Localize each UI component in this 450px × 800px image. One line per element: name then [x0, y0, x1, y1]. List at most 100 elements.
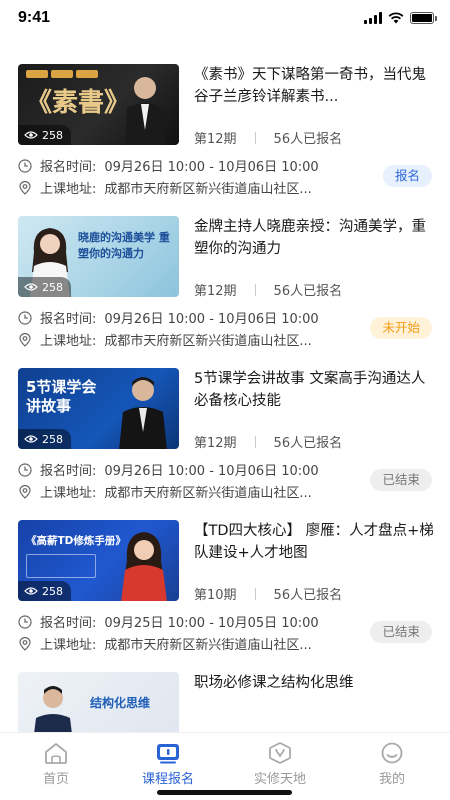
signal-icon: [364, 12, 382, 24]
location-icon: [19, 332, 31, 347]
clock-icon: [18, 158, 32, 173]
enroll-time-value: 09月25日 10:00 - 10月05日 10:00: [104, 616, 319, 631]
address-row: 上课地址: 成都市天府新区新兴街道庙山社区...: [18, 330, 312, 349]
eye-icon: [24, 586, 38, 596]
course-thumbnail[interactable]: 《高薪TD修炼手册》 258: [18, 520, 179, 601]
course-signup-icon: [157, 744, 179, 764]
course-card[interactable]: 结构化思维 职场必修课之结构化思维: [0, 658, 450, 732]
view-count: 258: [18, 429, 71, 449]
status-badge[interactable]: 未开始: [370, 317, 432, 339]
course-card[interactable]: 《高薪TD修炼手册》 258 【TD四大核心】 廖雁：人才盘点+梯队建设+人才地…: [0, 506, 450, 658]
course-title[interactable]: 【TD四大核心】 廖雁：人才盘点+梯队建设+人才地图: [194, 520, 434, 564]
status-icons: [364, 12, 437, 24]
thumb-decoration: [26, 554, 96, 578]
course-title[interactable]: 职场必修课之结构化思维: [194, 672, 434, 694]
thumb-title: 5节课学会 讲故事: [26, 378, 97, 415]
course-card[interactable]: 《素書》 258 《素书》天下谋略第一奇书，当代鬼谷子兰彦铃详解素书... 第1…: [0, 50, 450, 202]
tab-profile[interactable]: 我的: [336, 741, 448, 787]
course-card[interactable]: 5节课学会 讲故事 258 5节课学会讲故事 文案高手沟通达人必备核心技能 第1…: [0, 354, 450, 506]
home-icon: [45, 743, 67, 764]
thumb-tags: [26, 70, 98, 78]
enroll-time-label: 报名时间:: [40, 464, 97, 479]
address-value: 成都市天府新区新兴街道庙山社区...: [104, 334, 312, 349]
status-bar: 9:41: [0, 0, 450, 40]
enroll-time-label: 报名时间:: [40, 312, 97, 327]
eye-icon: [24, 282, 38, 292]
home-indicator[interactable]: [157, 790, 292, 795]
profile-icon: [381, 742, 403, 764]
location-icon: [19, 484, 31, 499]
eye-icon: [24, 434, 38, 444]
status-time: 9:41: [18, 9, 51, 26]
view-count-value: 258: [42, 280, 63, 294]
tab-course-signup[interactable]: 课程报名: [112, 741, 224, 787]
course-title[interactable]: 5节课学会讲故事 文案高手沟通达人必备核心技能: [194, 368, 434, 412]
practice-icon: [269, 742, 291, 764]
view-count: 258: [18, 581, 71, 601]
battery-icon: [410, 12, 437, 24]
enroll-time-label: 报名时间:: [40, 160, 97, 175]
status-badge[interactable]: 已结束: [370, 469, 432, 491]
course-title[interactable]: 金牌主持人晓鹿亲授：沟通美学，重塑你的沟通力: [194, 216, 434, 260]
thumb-title: 晓鹿的沟通美学 重塑你的沟通力: [78, 231, 170, 260]
enroll-time-value: 09月26日 10:00 - 10月06日 10:00: [104, 160, 319, 175]
presenter-image: [121, 532, 167, 601]
course-issue: 第12期: [194, 436, 237, 451]
wifi-icon: [388, 12, 404, 24]
thumb-title: 结构化思维: [90, 696, 151, 710]
address-value: 成都市天府新区新兴街道庙山社区...: [104, 486, 312, 501]
enroll-time-row: 报名时间: 09月25日 10:00 - 10月05日 10:00: [18, 612, 319, 631]
enroll-time-value: 09月26日 10:00 - 10月06日 10:00: [104, 312, 319, 327]
meta-divider: [254, 131, 256, 144]
enroll-time-label: 报名时间:: [40, 616, 97, 631]
tab-label: 我的: [378, 772, 405, 787]
tab-practice[interactable]: 实修天地: [224, 741, 336, 787]
clock-icon: [18, 462, 32, 477]
course-meta: 第12期 56人已报名: [194, 280, 342, 299]
enroll-time-row: 报名时间: 09月26日 10:00 - 10月06日 10:00: [18, 460, 319, 479]
tab-label: 实修天地: [253, 772, 306, 787]
course-issue: 第12期: [194, 284, 237, 299]
address-label: 上课地址:: [40, 638, 97, 653]
address-label: 上课地址:: [40, 486, 97, 501]
eye-icon: [24, 130, 38, 140]
enroll-button[interactable]: 报名: [382, 165, 432, 187]
presenter-image: [34, 686, 72, 732]
course-meta: 第12期 56人已报名: [194, 432, 342, 451]
course-title[interactable]: 《素书》天下谋略第一奇书，当代鬼谷子兰彦铃详解素书...: [194, 64, 434, 108]
view-count-value: 258: [42, 128, 63, 142]
tab-label: 首页: [42, 772, 69, 787]
course-enrolled: 56人已报名: [273, 284, 343, 299]
course-thumbnail[interactable]: 晓鹿的沟通美学 重塑你的沟通力 258: [18, 216, 179, 297]
tab-label: 课程报名: [141, 772, 194, 787]
address-row: 上课地址: 成都市天府新区新兴街道庙山社区...: [18, 634, 312, 653]
course-list[interactable]: 《素書》 258 《素书》天下谋略第一奇书，当代鬼谷子兰彦铃详解素书... 第1…: [0, 50, 450, 732]
meta-divider: [254, 587, 256, 600]
presenter-image: [125, 77, 165, 145]
view-count-value: 258: [42, 432, 63, 446]
course-enrolled: 56人已报名: [273, 588, 343, 603]
course-issue: 第12期: [194, 132, 237, 147]
address-row: 上课地址: 成都市天府新区新兴街道庙山社区...: [18, 482, 312, 501]
course-meta: 第10期 56人已报名: [194, 584, 342, 603]
status-badge[interactable]: 已结束: [370, 621, 432, 643]
course-meta: 第12期 56人已报名: [194, 128, 342, 147]
course-thumbnail[interactable]: 5节课学会 讲故事 258: [18, 368, 179, 449]
address-row: 上课地址: 成都市天府新区新兴街道庙山社区...: [18, 178, 312, 197]
enroll-time-row: 报名时间: 09月26日 10:00 - 10月06日 10:00: [18, 156, 319, 175]
view-count: 258: [18, 277, 71, 297]
address-label: 上课地址:: [40, 182, 97, 197]
course-thumbnail[interactable]: 《素書》 258: [18, 64, 179, 145]
clock-icon: [18, 310, 32, 325]
presenter-image: [119, 377, 167, 449]
course-thumbnail[interactable]: 结构化思维: [18, 672, 179, 732]
thumb-title: 《高薪TD修炼手册》: [26, 535, 126, 547]
address-label: 上课地址:: [40, 334, 97, 349]
meta-divider: [254, 435, 256, 448]
course-enrolled: 56人已报名: [273, 132, 343, 147]
course-issue: 第10期: [194, 588, 237, 603]
tab-home[interactable]: 首页: [0, 741, 112, 787]
view-count: 258: [18, 125, 71, 145]
course-card[interactable]: 晓鹿的沟通美学 重塑你的沟通力 258 金牌主持人晓鹿亲授：沟通美学，重塑你的沟…: [0, 202, 450, 354]
enroll-time-row: 报名时间: 09月26日 10:00 - 10月06日 10:00: [18, 308, 319, 327]
